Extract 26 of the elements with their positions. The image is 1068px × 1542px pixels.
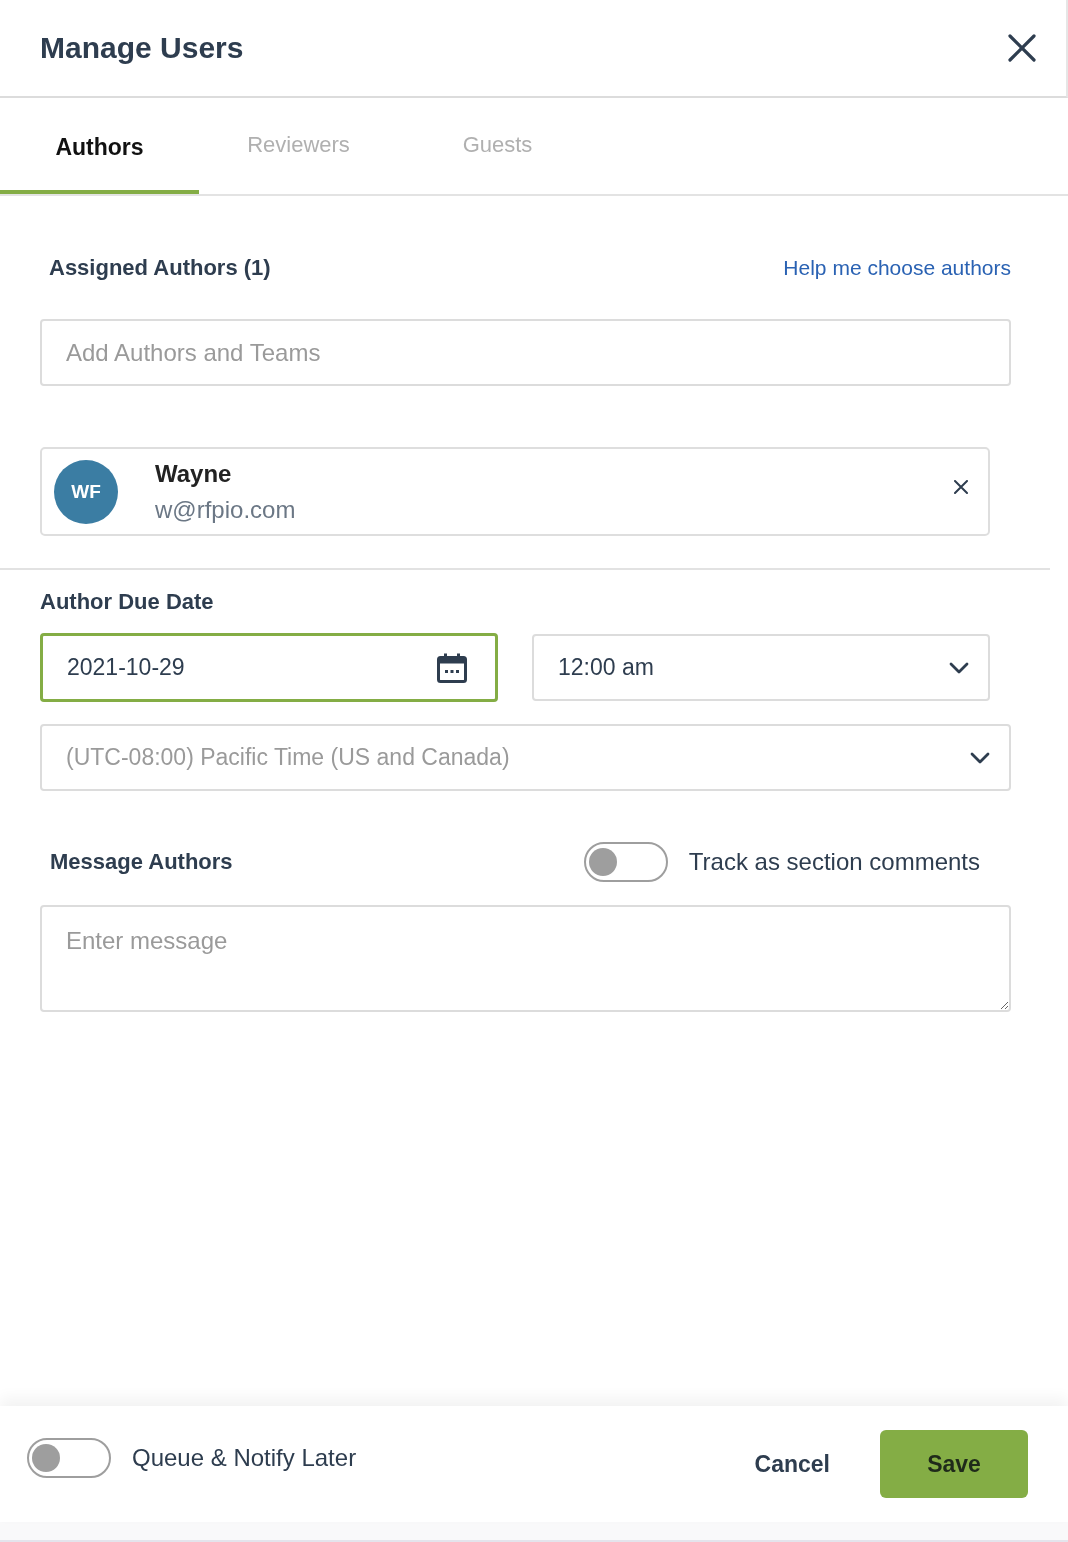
remove-button[interactable] (954, 479, 968, 494)
close-icon (1008, 34, 1036, 62)
save-button[interactable]: Save (880, 1430, 1028, 1498)
toggle-switch[interactable] (583, 842, 668, 882)
date-field[interactable]: 2021-10-29 (40, 633, 498, 702)
close-icon (954, 479, 968, 494)
author-name: Wayne (155, 459, 232, 488)
toggle-label: Track as section comments (688, 848, 980, 876)
close-button[interactable] (1008, 34, 1036, 62)
section-heading: Assigned Authors (1) (48, 255, 271, 281)
help-link[interactable]: Help me choose authors (783, 256, 1011, 280)
section-heading: Author Due Date (40, 588, 214, 616)
search-field[interactable]: Add Authors and Teams (40, 319, 1011, 386)
chevron-down-icon (970, 751, 990, 764)
chevron-down-icon (949, 661, 969, 674)
time-select[interactable]: 12:00 am (532, 634, 990, 701)
toggle-switch[interactable] (27, 1438, 111, 1478)
calendar-icon (437, 652, 467, 683)
toggle-label: Queue & Notify Later (132, 1444, 357, 1472)
author-email: w@rfpio.com (155, 495, 296, 524)
tab[interactable]: Authors (0, 98, 199, 194)
message-field[interactable]: Enter message (40, 905, 1011, 1012)
section-heading: Message Authors (49, 849, 233, 875)
cancel-button[interactable]: Cancel (750, 1444, 834, 1484)
avatar: WF (54, 459, 118, 524)
dialog-title: Manage Users (40, 31, 244, 65)
